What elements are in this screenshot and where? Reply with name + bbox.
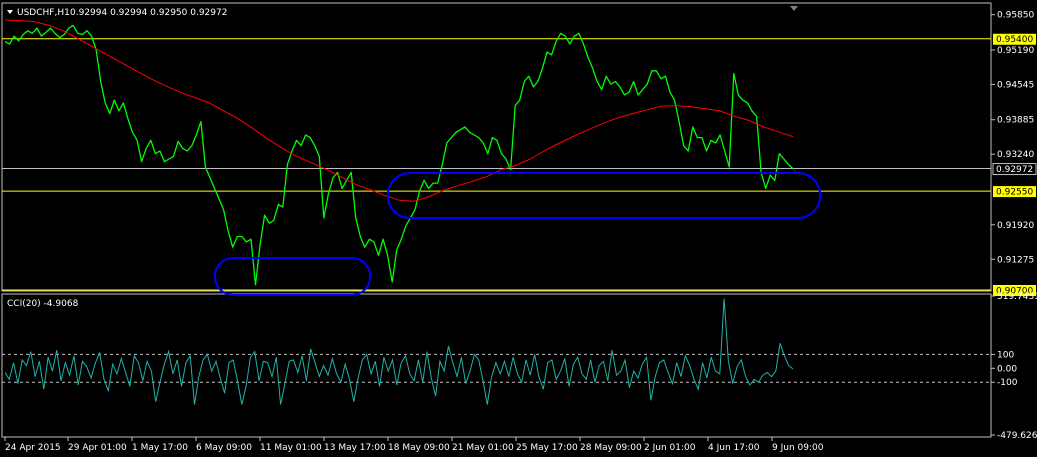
price-tick-label: 0.91275: [997, 255, 1034, 265]
cci-indicator-label: CCI(20) -4.9068: [7, 299, 79, 309]
level-label: 0.92550: [996, 188, 1033, 198]
time-tick-label: 18 May 09:00: [388, 443, 450, 453]
price-tick-label: 0.94545: [997, 80, 1034, 90]
chart-canvas[interactable]: USDCHF,H1 0.92994 0.92994 0.92950 0.9297…: [0, 0, 1037, 457]
cci-tick-label: -100: [997, 378, 1018, 388]
current-price-label: 0.92972: [996, 165, 1033, 175]
cci-tick-label: 0.00: [997, 364, 1017, 374]
background: [0, 0, 1037, 457]
price-tick-label: 0.95850: [997, 11, 1034, 21]
cci-tick-label: -479.6265: [997, 431, 1037, 441]
cci-tick-label: 100: [997, 350, 1014, 360]
level-label: 0.95400: [996, 35, 1033, 45]
time-tick-label: 11 May 01:00: [260, 443, 322, 453]
symbol-label: USDCHF,H1: [17, 8, 70, 18]
time-tick-label: 28 May 09:00: [580, 443, 642, 453]
time-tick-label: 21 May 01:00: [452, 443, 514, 453]
time-tick-label: 2 Jun 01:00: [644, 443, 696, 453]
chart-header: USDCHF,H1 0.92994 0.92994 0.92950 0.9297…: [7, 8, 227, 18]
price-tick-label: 0.91920: [997, 221, 1034, 231]
cci-tick-label: 519.7431: [997, 292, 1037, 302]
time-tick-label: 6 May 09:00: [196, 443, 252, 453]
price-tick-label: 0.95190: [997, 46, 1034, 56]
time-tick-label: 1 May 17:00: [132, 443, 188, 453]
time-tick-label: 9 Jun 09:00: [772, 443, 824, 453]
time-tick-label: 29 Apr 01:00: [68, 443, 127, 453]
ohlc-values: 0.92994 0.92994 0.92950 0.92972: [70, 8, 227, 18]
time-tick-label: 25 May 17:00: [516, 443, 578, 453]
time-tick-label: 4 Jun 17:00: [708, 443, 760, 453]
price-tick-label: 0.93885: [997, 116, 1034, 126]
time-tick-label: 24 Apr 2015: [5, 443, 61, 453]
time-tick-label: 13 May 17:00: [324, 443, 386, 453]
price-tick-label: 0.93240: [997, 150, 1034, 160]
